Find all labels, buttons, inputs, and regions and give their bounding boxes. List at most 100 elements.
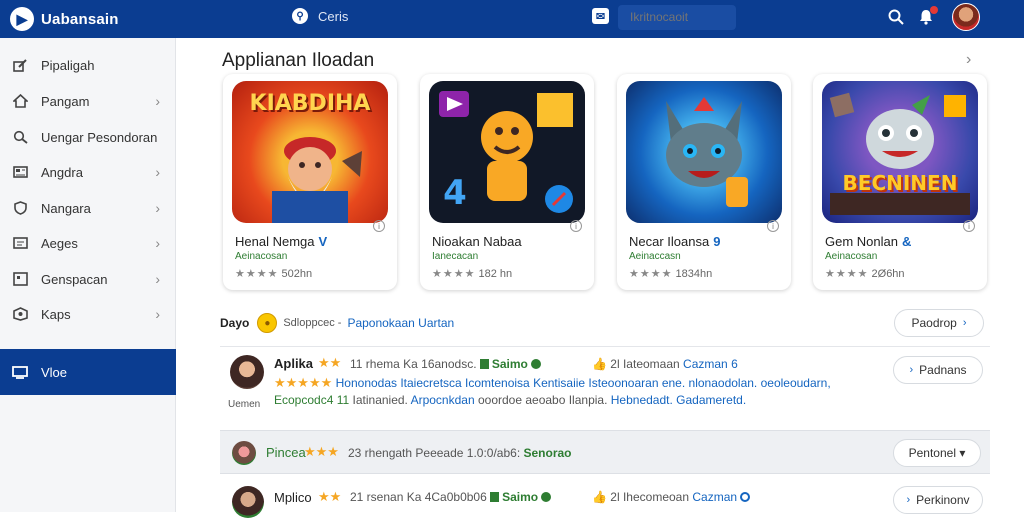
list-icon — [12, 236, 28, 250]
app-card[interactable]: 4 i Nioakan Nabaa Ianecacan ★★★★ 182 hn — [420, 74, 594, 290]
monitor-icon — [12, 365, 28, 379]
review-stats: 👍 2l Iateomaan Cazman 6 — [592, 357, 738, 371]
badge-icon — [740, 492, 751, 502]
reviewer-avatar[interactable] — [232, 486, 264, 518]
chevron-right-icon: › — [155, 200, 160, 216]
reviewer-avatar[interactable] — [232, 441, 256, 465]
reviewer-avatar[interactable] — [230, 355, 264, 389]
message-icon — [12, 272, 28, 286]
notification-badge — [930, 6, 938, 14]
app-card[interactable]: BECNINEN i Gem Nonlan & Aeinacosan ★★★★ 2… — [813, 74, 987, 290]
sidebar-item-nangara[interactable]: Nangara › — [0, 190, 176, 226]
app-developer: Aeinacosan — [825, 251, 878, 262]
app-name: Necar Iloansa 9 — [629, 234, 721, 249]
sidebar-item-label: Angdra — [41, 164, 83, 180]
chevron-right-icon: › — [909, 364, 914, 376]
reviews-link[interactable]: Paponokaan Uartan — [347, 316, 454, 330]
sidebar: Pipaligah Pangam › Uengar Pesondoran Ang… — [0, 38, 176, 512]
shield-icon — [12, 201, 28, 215]
chevron-right-icon: › — [155, 271, 160, 287]
brand-name: Uabansain — [41, 10, 119, 28]
review-meta: 23 rhengath Peeeade 1.0:0/ab6: Senorao — [348, 446, 572, 460]
app-icon-title: BECNINEN — [842, 171, 958, 195]
home-icon — [12, 94, 28, 108]
review-dropdown-button[interactable]: Pentonel ▾ — [893, 439, 981, 467]
reviews-action-button[interactable]: Paodrop › — [894, 309, 984, 337]
tag-icon — [479, 359, 489, 369]
sidebar-item-angdra[interactable]: Angdra › — [0, 154, 176, 190]
thumbs-up-icon: 👍 — [592, 357, 607, 371]
section-title: Applianan Iloadan — [222, 50, 375, 71]
sidebar-item-vloe[interactable]: Vloe — [0, 349, 176, 395]
chevron-right-icon: › — [906, 494, 911, 506]
sidebar-item-label: Pipaligah — [41, 57, 95, 73]
sidebar-item-label: Nangara — [41, 200, 91, 216]
chevron-right-icon[interactable]: › — [966, 51, 971, 69]
search-input[interactable] — [618, 5, 736, 30]
rating-stars-icon: ★★★★ — [432, 268, 476, 280]
map-icon — [12, 307, 28, 321]
review-meta: 21 rsenan Ka 4Ca0b0b06 Saimo — [350, 490, 552, 504]
app-icon-image — [626, 81, 782, 223]
review-stats: 👍 2l Ihecomeoan Cazman — [592, 490, 751, 504]
bell-icon[interactable] — [916, 6, 938, 27]
app-card[interactable]: KIABDIHA i Henal Nemga V Aeinacosan ★★★★ … — [223, 74, 397, 290]
app-icon-title: 4 — [443, 173, 467, 213]
sidebar-item-label: Kaps — [41, 306, 71, 322]
grid-icon — [12, 165, 28, 179]
search-label: Ceris — [318, 8, 349, 24]
sidebar-item-pangam[interactable]: Pangam › — [0, 83, 176, 119]
review-reply-button[interactable]: › Padnans — [893, 356, 983, 384]
reviews-subtitle: Sdloppcec - — [283, 317, 342, 329]
edit-icon — [12, 58, 28, 72]
reviews-header: Dayo ● Sdloppcec - Paponokaan Uartan — [220, 313, 454, 333]
sidebar-item-label: Aeges — [41, 235, 78, 251]
reviewer-name: Pincea — [266, 445, 306, 460]
info-icon[interactable]: i — [373, 220, 385, 232]
top-bar: ▶ Uabansain ⚲ Ceris ✉ — [0, 0, 1024, 38]
info-icon[interactable]: i — [963, 220, 975, 232]
verified-icon — [530, 359, 541, 369]
tag-icon — [490, 492, 500, 502]
rating-stars-icon: ★★★★ — [629, 268, 673, 280]
sidebar-item-uengar[interactable]: Uengar Pesondoran — [0, 119, 176, 155]
review-item: Mplico ★★ 21 rsenan Ka 4Ca0b0b06 Saimo 👍… — [220, 478, 990, 518]
info-icon[interactable]: i — [570, 220, 582, 232]
review-reply-button[interactable]: › Perkinonv — [893, 486, 983, 514]
app-icon-image: KIABDIHA — [232, 81, 388, 223]
app-name: Nioakan Nabaa — [432, 234, 522, 249]
review-body-line: ★★★★★ Hononodas Itaiecretsca Icomtenoisa… — [274, 375, 831, 390]
app-icon-image: 4 — [429, 81, 585, 223]
app-rating: ★★★★ 182 hn — [432, 268, 513, 280]
reviewer-name: Mplico — [274, 490, 312, 505]
chevron-right-icon: › — [155, 306, 160, 322]
sidebar-item-kaps[interactable]: Kaps › — [0, 296, 176, 332]
app-rating: ★★★★ 502hn — [235, 268, 313, 280]
sidebar-item-pipaligah[interactable]: Pipaligah — [0, 47, 176, 83]
magnifier-icon[interactable] — [886, 7, 906, 27]
rating-stars-icon: ★★★★ — [825, 268, 869, 280]
app-name: Henal Nemga V — [235, 234, 328, 249]
award-icon: ● — [257, 313, 278, 333]
sidebar-item-label: Pangam — [41, 93, 90, 109]
sidebar-item-genspacan[interactable]: Genspacan › — [0, 261, 176, 297]
reviews-title: Dayo — [220, 316, 250, 330]
sidebar-item-label: Vloe — [41, 364, 68, 380]
app-rating: ★★★★ 1834hn — [629, 268, 713, 280]
verified-icon — [541, 492, 552, 502]
app-card[interactable]: i Necar Iloansa 9 Aeinaccasn ★★★★ 1834hn — [617, 74, 791, 290]
review-item: Uemen Aplika ★★ 11 rhema Ka 16anodsc. Sa… — [220, 347, 990, 427]
search-icon — [12, 130, 28, 144]
reviewer-name: Aplika — [274, 356, 314, 371]
review-meta: 11 rhema Ka 16anodsc. Saimo — [350, 357, 541, 371]
chevron-right-icon: › — [155, 164, 160, 180]
user-avatar[interactable] — [952, 3, 980, 31]
brand[interactable]: ▶ Uabansain — [10, 7, 290, 31]
info-icon[interactable]: i — [767, 220, 779, 232]
search-icon: ⚲ — [292, 8, 308, 24]
chat-icon[interactable]: ✉ — [592, 8, 609, 24]
review-body-line: Ecopcodc4 11 Iatinanied. Arpocnkdan ooor… — [274, 393, 747, 407]
chevron-right-icon: › — [155, 235, 160, 251]
sidebar-item-aeges[interactable]: Aeges › — [0, 225, 176, 261]
top-search[interactable]: ⚲ Ceris — [292, 8, 348, 24]
